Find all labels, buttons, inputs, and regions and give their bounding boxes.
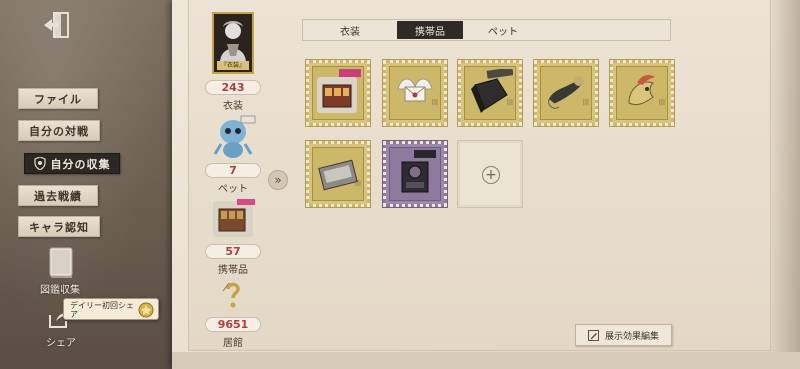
house-count: 9651 xyxy=(205,317,261,332)
share-label: シェア xyxy=(46,338,76,349)
reward-icon xyxy=(138,302,154,318)
sidebar-item-label: ファイル xyxy=(34,92,82,106)
tab-label: ペット xyxy=(488,26,518,38)
stamp-value-icon: ||| xyxy=(582,99,589,106)
item-art-clipboard xyxy=(315,150,361,198)
expand-arrow-icon[interactable]: » xyxy=(268,170,288,190)
exit-icon[interactable] xyxy=(42,10,74,40)
item-art-camera-device xyxy=(392,150,438,198)
tab-label: 携帯品 xyxy=(415,26,445,38)
tab-items[interactable]: 携帯品 xyxy=(397,21,463,39)
sidebar-item-label: 自分の対戦 xyxy=(29,124,89,138)
item-art-slot-machine xyxy=(315,69,361,117)
item-stamp[interactable]: ||| xyxy=(533,59,599,127)
sidebar-item-history[interactable]: 過去戦績 xyxy=(18,185,98,206)
item-stamp[interactable] xyxy=(305,59,371,127)
tab-label: 衣装 xyxy=(340,26,360,38)
sidebar-item-file[interactable]: ファイル xyxy=(18,88,98,109)
item-art-winged-letter xyxy=(392,69,438,117)
edit-button-label: 展示効果編集 xyxy=(604,331,659,342)
costume-label: 衣装 xyxy=(223,101,243,112)
stamp-value-icon: ||| xyxy=(354,180,361,187)
item-stamp[interactable]: ||| xyxy=(382,59,448,127)
house-question-icon[interactable] xyxy=(219,279,247,311)
sidebar-item-my-matches[interactable]: 自分の対戦 xyxy=(18,120,100,141)
pet-count: 7 xyxy=(205,163,261,178)
sidebar-item-label: キャラ認知 xyxy=(29,220,89,234)
costume-badge: 『衣装』 xyxy=(217,61,249,70)
edit-display-effects-button[interactable]: 展示効果編集 xyxy=(575,324,672,346)
item-stamp[interactable]: ||| xyxy=(609,59,675,127)
shield-icon xyxy=(33,156,46,171)
sidebar-item-label: 過去戦績 xyxy=(34,189,82,203)
pet-thumbnail[interactable] xyxy=(209,114,257,160)
daily-share-text: デイリー初回シェア xyxy=(70,301,134,319)
category-tabs: 衣装 携帯品 ペット xyxy=(302,19,671,41)
sidebar-item-my-collection[interactable]: 自分の収集 xyxy=(24,153,120,174)
catalog-book-icon[interactable] xyxy=(46,246,76,280)
daily-share-tooltip: デイリー初回シェア xyxy=(63,298,159,320)
item-art-dark-box xyxy=(467,67,514,117)
item-count: 57 xyxy=(205,244,261,259)
stamp-value-icon: ||| xyxy=(431,99,438,106)
collection-stats: 『衣装』 243 衣装 7 ペット 57 携帯品 9651 居館 xyxy=(195,0,275,369)
item-stamp[interactable]: ||| xyxy=(305,140,371,208)
add-item-slot[interactable]: + xyxy=(457,140,523,208)
item-label: 携帯品 xyxy=(218,265,248,276)
tab-costume[interactable]: 衣装 xyxy=(303,21,397,39)
tab-pets[interactable]: ペット xyxy=(463,21,543,39)
stamp-value-icon: ||| xyxy=(658,99,665,106)
item-art-ornate-bird xyxy=(619,69,665,117)
edit-icon xyxy=(587,329,599,341)
catalog-label: 図鑑収集 xyxy=(40,285,80,296)
stamp-value-icon: ||| xyxy=(506,99,513,106)
panel-shade xyxy=(770,0,800,369)
item-stamp[interactable] xyxy=(382,140,448,208)
item-stamp[interactable]: ||| xyxy=(457,59,523,127)
pet-label: ペット xyxy=(218,184,248,195)
costume-count: 243 xyxy=(205,80,261,95)
costume-portrait[interactable]: 『衣装』 xyxy=(212,12,254,74)
plus-icon: + xyxy=(482,166,500,184)
sidebar-item-label: 自分の収集 xyxy=(50,157,111,171)
house-label: 居館 xyxy=(223,338,243,349)
item-art-brass-horn xyxy=(543,69,589,117)
sidebar-item-character-recognition[interactable]: キャラ認知 xyxy=(18,216,100,237)
item-thumbnail[interactable] xyxy=(209,197,257,241)
